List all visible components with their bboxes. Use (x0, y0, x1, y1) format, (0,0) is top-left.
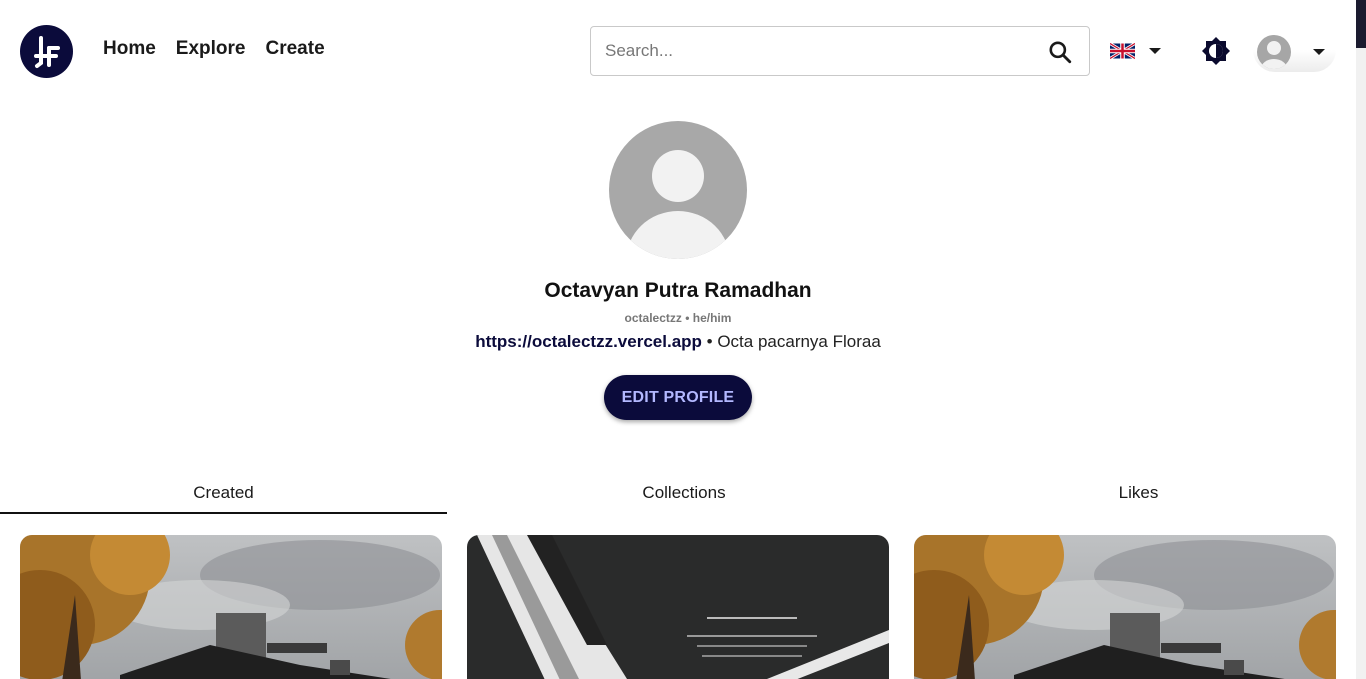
chevron-down-icon (1313, 49, 1325, 55)
nav-home-link[interactable]: Home (103, 38, 156, 60)
house-autumn-photo (914, 535, 1336, 679)
profile-website-link[interactable]: https://octalectzz.vercel.app (475, 332, 702, 351)
bio-text: Octa pacarnya Floraa (717, 332, 881, 351)
language-selector[interactable] (1110, 43, 1161, 59)
lf-logo-icon[interactable] (20, 25, 73, 78)
house-autumn-photo (20, 535, 442, 679)
search-bar (590, 26, 1090, 76)
search-input[interactable] (605, 41, 1035, 61)
profile-avatar (609, 121, 747, 259)
the-weekend-house-magazine-photo (467, 535, 889, 679)
top-navbar: Home Explore Create (0, 0, 1356, 100)
nav-create-link[interactable]: Create (266, 38, 325, 60)
scrollbar-thumb[interactable] (1356, 0, 1366, 48)
brightness-icon[interactable] (1201, 36, 1231, 66)
nav-explore-link[interactable]: Explore (176, 38, 246, 60)
profile-tabs: Created Collections Likes (0, 472, 1356, 516)
tab-collections[interactable]: Collections (447, 472, 921, 516)
edit-profile-button[interactable]: EDIT PROFILE (604, 375, 752, 420)
scrollbar[interactable] (1356, 0, 1366, 679)
profile-bio: https://octalectzz.vercel.app • Octa pac… (0, 332, 1356, 352)
image-card[interactable] (20, 535, 442, 679)
user-menu-button[interactable] (1253, 32, 1336, 72)
uk-flag-icon (1110, 43, 1135, 59)
image-card[interactable] (914, 535, 1336, 679)
main-nav: Home Explore Create (103, 38, 325, 60)
tab-created[interactable]: Created (0, 472, 447, 516)
profile-name: Octavyan Putra Ramadhan (544, 279, 812, 302)
profile-handle: octalectzz • he/him (624, 311, 732, 325)
bio-separator: • (701, 332, 718, 351)
tab-likes[interactable]: Likes (921, 472, 1356, 516)
search-icon[interactable] (1047, 39, 1073, 65)
user-avatar-icon (1257, 35, 1291, 69)
chevron-down-icon (1149, 48, 1161, 54)
image-card[interactable] (467, 535, 889, 679)
